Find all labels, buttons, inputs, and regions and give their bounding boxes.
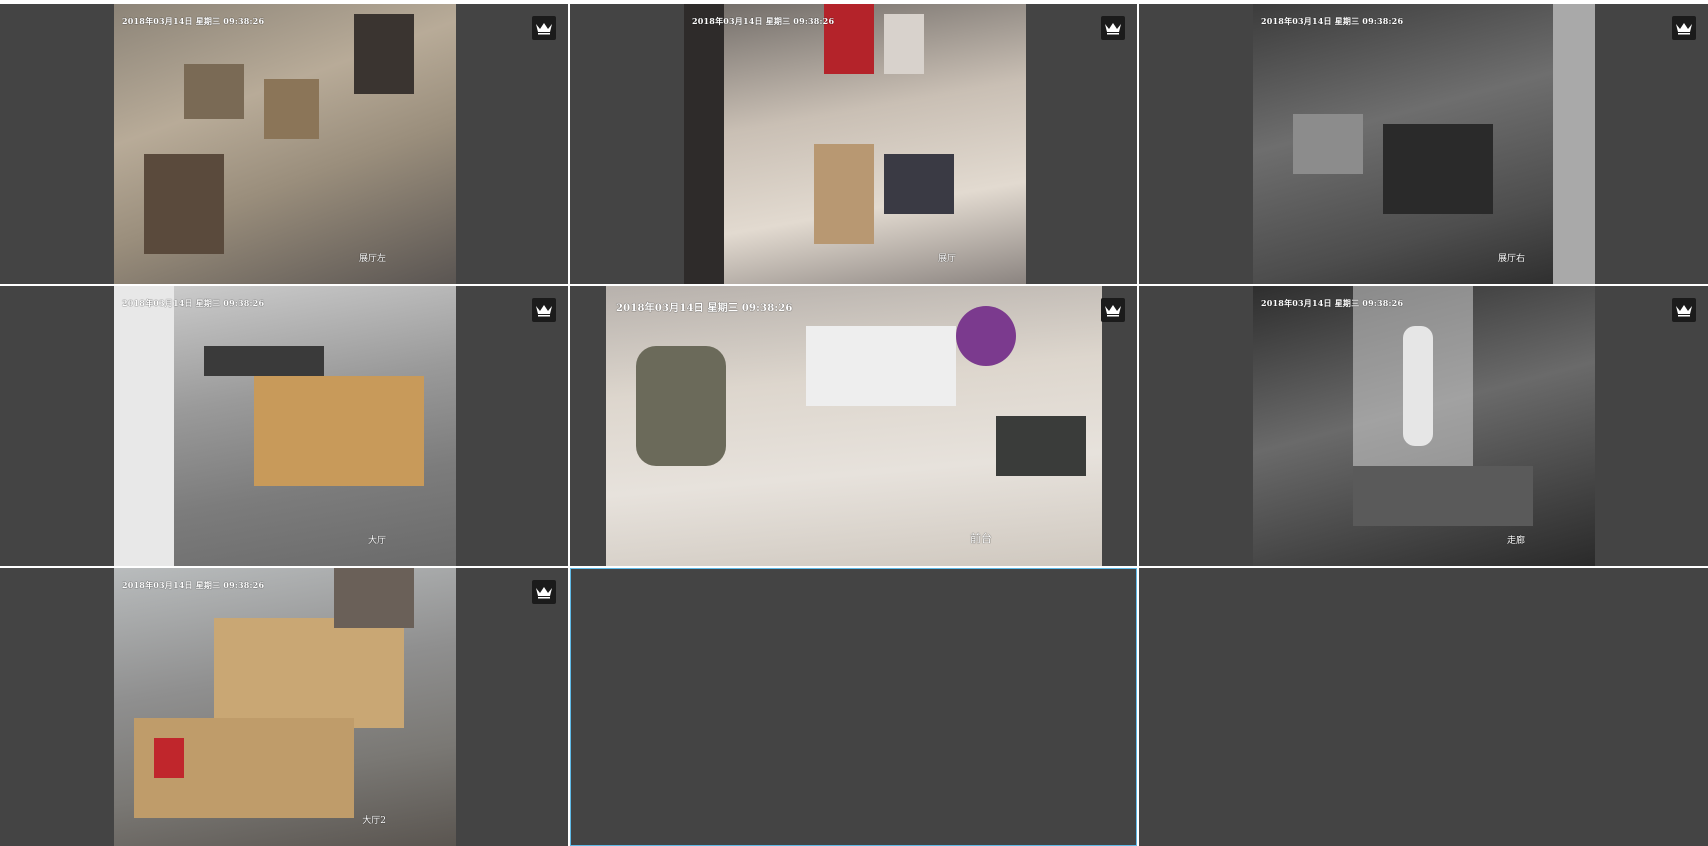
camera-cell-3[interactable]: 2018年03月14日 星期三 09:38:26 展厅右 <box>1139 4 1708 284</box>
camera-timestamp: 2018年03月14日 星期三 09:38:26 <box>1261 16 1404 26</box>
camera-feed-1[interactable]: 2018年03月14日 星期三 09:38:26 展厅左 <box>114 4 456 284</box>
camera-timestamp: 2018年03月14日 星期三 09:38:26 <box>122 298 265 308</box>
camera-feed-5[interactable]: 2018年03月14日 星期三 09:38:26 前台 <box>606 286 1102 566</box>
crown-icon[interactable] <box>1672 298 1696 322</box>
camera-name: 前台 <box>970 532 992 545</box>
video-wall: 2018年03月14日 星期三 09:38:26 展厅左 2018年03月14日… <box>0 0 1708 846</box>
crown-icon[interactable] <box>1101 16 1125 40</box>
camera-feed-4[interactable]: 2018年03月14日 星期三 09:38:26 大厅 <box>114 286 456 566</box>
camera-cell-2[interactable]: 2018年03月14日 星期三 09:38:26 展厅 <box>570 4 1137 284</box>
crown-icon[interactable] <box>1101 298 1125 322</box>
camera-timestamp: 2018年03月14日 星期三 09:38:26 <box>1261 298 1404 308</box>
crown-icon[interactable] <box>532 580 556 604</box>
camera-name: 大厅 <box>367 536 386 546</box>
camera-cell-5[interactable]: 2018年03月14日 星期三 09:38:26 前台 <box>570 286 1137 566</box>
camera-cell-4[interactable]: 2018年03月14日 星期三 09:38:26 大厅 <box>0 286 568 566</box>
crown-icon[interactable] <box>532 16 556 40</box>
camera-timestamp: 2018年03月14日 星期三 09:38:26 <box>122 16 265 26</box>
camera-name: 展厅右 <box>1497 254 1525 264</box>
camera-timestamp: 2018年03月14日 星期三 09:38:26 <box>692 16 835 26</box>
camera-cell-7[interactable]: 2018年03月14日 星期三 09:38:26 大厅2 <box>0 568 568 846</box>
crown-icon[interactable] <box>1672 16 1696 40</box>
camera-grid: 2018年03月14日 星期三 09:38:26 展厅左 2018年03月14日… <box>0 4 1708 846</box>
crown-icon[interactable] <box>532 298 556 322</box>
camera-feed-2[interactable]: 2018年03月14日 星期三 09:38:26 展厅 <box>684 4 1026 284</box>
empty-camera-slot-selected[interactable] <box>570 568 1137 846</box>
camera-feed-3[interactable]: 2018年03月14日 星期三 09:38:26 展厅右 <box>1253 4 1595 284</box>
camera-cell-1[interactable]: 2018年03月14日 星期三 09:38:26 展厅左 <box>0 4 568 284</box>
camera-feed-7[interactable]: 2018年03月14日 星期三 09:38:26 大厅2 <box>114 568 456 846</box>
camera-name: 大厅2 <box>362 816 386 826</box>
camera-name: 走廊 <box>1506 536 1525 546</box>
empty-camera-slot[interactable] <box>1139 568 1708 846</box>
camera-timestamp: 2018年03月14日 星期三 09:38:26 <box>616 303 793 314</box>
camera-timestamp: 2018年03月14日 星期三 09:38:26 <box>122 580 265 590</box>
camera-name: 展厅 <box>937 254 956 264</box>
camera-name: 展厅左 <box>358 254 386 264</box>
camera-cell-6[interactable]: 2018年03月14日 星期三 09:38:26 走廊 <box>1139 286 1708 566</box>
camera-feed-6[interactable]: 2018年03月14日 星期三 09:38:26 走廊 <box>1253 286 1595 566</box>
